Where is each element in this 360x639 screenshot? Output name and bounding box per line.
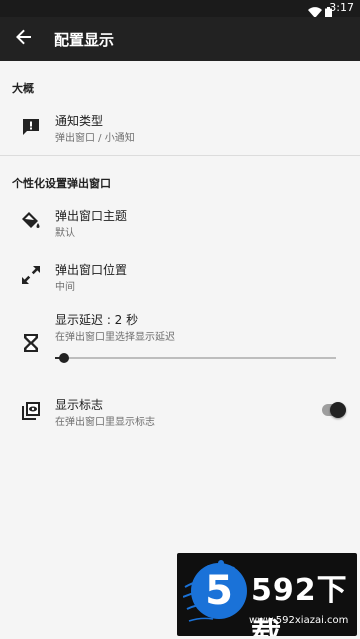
section-header-overview: 大概	[12, 82, 34, 95]
pref-title: 通知类型	[55, 114, 104, 128]
pref-popup-position[interactable]: 弹出窗口位置 中间	[0, 256, 360, 296]
hourglass-icon	[20, 332, 42, 354]
pref-summary: 默认	[55, 228, 75, 239]
pref-title: 显示延迟 : 2 秒	[55, 313, 139, 327]
watermark-url: www.592xiazai.com	[249, 615, 349, 626]
delay-slider-thumb[interactable]	[59, 353, 69, 363]
section-divider	[0, 155, 360, 156]
pref-summary: 在弹出窗口里显示标志	[55, 417, 155, 428]
watermark-logo: 5 592下载 www.592xiazai.com	[177, 553, 357, 636]
status-time: 3:17	[329, 1, 354, 14]
pref-title: 显示标志	[55, 398, 104, 412]
status-bar: 3:17	[0, 0, 360, 19]
pref-title: 弹出窗口主题	[55, 209, 128, 223]
page-title: 配置显示	[54, 31, 115, 49]
arrow-back-icon	[16, 29, 32, 49]
pref-summary: 在弹出窗口里选择显示延迟	[55, 332, 175, 343]
pref-show-flag[interactable]: 显示标志 在弹出窗口里显示标志	[0, 392, 360, 432]
logo-digit: 5	[205, 568, 233, 614]
pref-summary: 中间	[55, 282, 75, 293]
pref-title: 弹出窗口位置	[55, 263, 128, 277]
toolbar: 配置显示	[0, 17, 360, 61]
show-flag-switch-thumb[interactable]	[330, 402, 346, 418]
back-button[interactable]	[6, 21, 42, 57]
notification-message-icon	[20, 116, 42, 138]
pref-summary: 弹出窗口 / 小通知	[55, 133, 135, 144]
layers-image-icon	[20, 400, 42, 422]
pref-popup-theme[interactable]: 弹出窗口主题 默认	[0, 202, 360, 242]
expand-arrows-icon	[20, 264, 42, 286]
section-header-popup: 个性化设置弹出窗口	[12, 177, 111, 190]
paint-bucket-icon	[20, 210, 42, 232]
delay-slider-track[interactable]	[63, 357, 336, 359]
pref-notify-type[interactable]: 通知类型 弹出窗口 / 小通知	[0, 108, 360, 148]
